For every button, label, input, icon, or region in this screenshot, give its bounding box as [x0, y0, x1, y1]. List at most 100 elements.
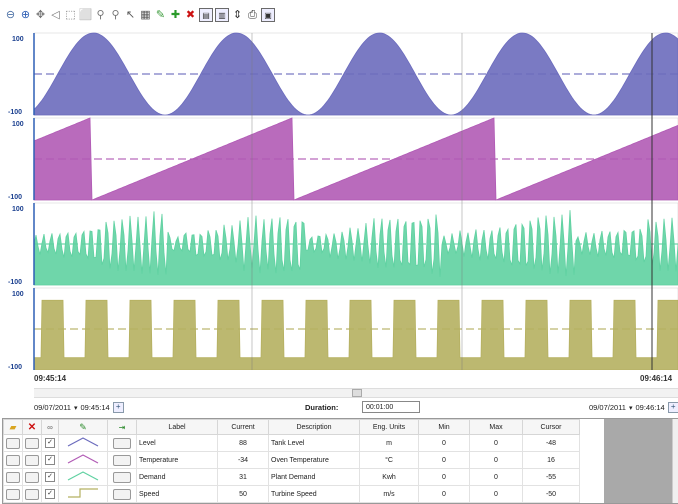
y-tick-label-max: 100	[12, 206, 24, 213]
end-time-spinner-icon[interactable]: +	[667, 402, 678, 413]
edit-pen-icon[interactable]: ✎	[154, 9, 167, 22]
pen-description: Tank Level	[268, 434, 360, 452]
grid-vertical-scrollbar[interactable]	[672, 419, 678, 503]
zoom-box-icon[interactable]: ⬚	[64, 9, 77, 22]
pen-max: 0	[469, 468, 523, 486]
pen-min: 0	[418, 434, 470, 452]
pen-label[interactable]: Demand	[136, 468, 218, 486]
column-header-cursor[interactable]: Cursor	[522, 419, 580, 435]
pan-icon[interactable]: ✥	[34, 9, 47, 22]
table-row[interactable]: ✓ Level 88 Tank Level m 0 0 -48	[3, 434, 580, 452]
y-tick-label-max: 100	[12, 121, 24, 128]
cursor-icon[interactable]: ↖	[124, 9, 137, 22]
calendar-icon[interactable]: ▦	[139, 9, 152, 22]
row-remove-button[interactable]	[25, 454, 39, 466]
pen-color-button[interactable]	[113, 437, 131, 449]
pen-label[interactable]: Level	[136, 434, 218, 452]
remove-pen-icon[interactable]: ✖	[184, 9, 197, 22]
table-row[interactable]: ✓ Speed 50 Turbine Speed m/s 0 0 -50	[3, 485, 580, 503]
pan-left-icon[interactable]: ◁	[49, 9, 62, 22]
pen-style-swatch[interactable]	[58, 485, 108, 503]
pen-max: 0	[469, 451, 523, 469]
time-scrollbar[interactable]	[34, 388, 678, 398]
column-header-min[interactable]: Min	[418, 419, 470, 435]
column-header-current[interactable]: Current	[217, 419, 269, 435]
pen-style-swatch[interactable]	[58, 468, 108, 486]
trend-chart[interactable]: 100 -100 100 -100 100 -100 100 -100	[0, 30, 678, 370]
split-view-icon[interactable]: ▥	[215, 8, 229, 22]
print-icon[interactable]: ⎙	[246, 9, 259, 22]
chart-toolbar: ⊖ ⊕ ✥ ◁ ⬚ ⬜ ⚲ ⚲ ↖ ▦ ✎ ✚ ✖ ▤ ▥ ⇕ ⎙ ▣	[0, 0, 678, 30]
visible-checkbox[interactable]: ✓	[45, 455, 55, 465]
y-tick-label-min: -100	[8, 279, 22, 286]
export-icon[interactable]: ▣	[261, 8, 275, 22]
pen-label[interactable]: Temperature	[136, 451, 218, 469]
row-remove-button[interactable]	[25, 437, 39, 449]
pen-current: 88	[217, 434, 269, 452]
pens-table: ▰ ✕ ∞ ✎ ⇥ Label Current Description Eng.…	[3, 419, 580, 503]
duration-field[interactable]: 00:01:00	[362, 401, 420, 413]
row-menu-button[interactable]	[6, 454, 20, 466]
pen-color-button[interactable]	[113, 454, 131, 466]
column-header-max[interactable]: Max	[469, 419, 523, 435]
row-menu-button[interactable]	[6, 437, 20, 449]
zoom-fit-icon[interactable]: ⬜	[79, 9, 93, 22]
magnify-minus-icon[interactable]: ⚲	[109, 9, 122, 22]
row-remove-button[interactable]	[25, 471, 39, 483]
pen-style-swatch[interactable]	[58, 451, 108, 469]
pen-cursor: -55	[522, 468, 580, 486]
pen-units: m/s	[359, 485, 419, 503]
pen-current: 50	[217, 485, 269, 503]
time-end-label: 09:46:14	[640, 374, 673, 383]
zoom-in-icon[interactable]: ⊕	[19, 9, 32, 22]
column-header-label[interactable]: Label	[136, 419, 218, 435]
visible-checkbox[interactable]: ✓	[45, 489, 55, 499]
chevron-down-icon[interactable]: ▾	[74, 404, 78, 412]
end-datetime: 09/07/2011 ▾ 09:46:14 +	[589, 402, 678, 413]
chevron-down-icon[interactable]: ▾	[629, 404, 633, 412]
delete-icon[interactable]: ✕	[28, 422, 36, 433]
zoom-out-icon[interactable]: ⊖	[4, 9, 17, 22]
pen-style-swatch[interactable]	[58, 434, 108, 452]
y-tick-label-max: 100	[12, 36, 24, 43]
stack-view-icon[interactable]: ▤	[199, 8, 213, 22]
pen-min: 0	[418, 451, 470, 469]
visible-checkbox[interactable]: ✓	[45, 472, 55, 482]
pen-current: 31	[217, 468, 269, 486]
start-time-spinner-icon[interactable]: +	[112, 402, 124, 413]
end-time-field[interactable]: 09:46:14	[636, 403, 665, 412]
pen-max: 0	[469, 434, 523, 452]
series-area	[33, 299, 678, 370]
pen-max: 0	[469, 485, 523, 503]
pen-label[interactable]: Speed	[136, 485, 218, 503]
pen-cursor: -50	[522, 485, 580, 503]
pen-cursor: -48	[522, 434, 580, 452]
visible-checkbox[interactable]: ✓	[45, 438, 55, 448]
pen-color-button[interactable]	[113, 488, 131, 500]
column-header-units[interactable]: Eng. Units	[359, 419, 419, 435]
row-menu-button[interactable]	[6, 471, 20, 483]
start-time-field[interactable]: 09:45:14	[81, 403, 110, 412]
pen-current: -34	[217, 451, 269, 469]
table-row[interactable]: ✓ Demand 31 Plant Demand Kwh 0 0 -55	[3, 468, 580, 486]
duration-label: Duration:	[305, 403, 339, 412]
export-arrow-icon[interactable]: ⇥	[119, 423, 126, 432]
pen-units: °C	[359, 451, 419, 469]
row-menu-button[interactable]	[6, 488, 20, 500]
add-pen-icon[interactable]: ✚	[169, 9, 182, 22]
link-icon[interactable]: ∞	[47, 423, 53, 432]
table-row[interactable]: ✓ Temperature -34 Oven Temperature °C 0 …	[3, 451, 580, 469]
magnify-plus-icon[interactable]: ⚲	[94, 9, 107, 22]
edit-icon[interactable]: ✎	[79, 422, 87, 432]
vertical-align-icon[interactable]: ⇕	[231, 9, 244, 22]
end-date-field[interactable]: 09/07/2011	[589, 403, 626, 412]
y-tick-label-min: -100	[8, 194, 22, 201]
folder-icon[interactable]: ▰	[10, 422, 17, 432]
pen-color-button[interactable]	[113, 471, 131, 483]
time-scroll-thumb[interactable]	[352, 389, 362, 397]
column-header-description[interactable]: Description	[268, 419, 360, 435]
start-date-field[interactable]: 09/07/2011	[34, 403, 71, 412]
pen-units: m	[359, 434, 419, 452]
row-remove-button[interactable]	[25, 488, 39, 500]
pens-grid: ▰ ✕ ∞ ✎ ⇥ Label Current Description Eng.…	[2, 418, 678, 504]
